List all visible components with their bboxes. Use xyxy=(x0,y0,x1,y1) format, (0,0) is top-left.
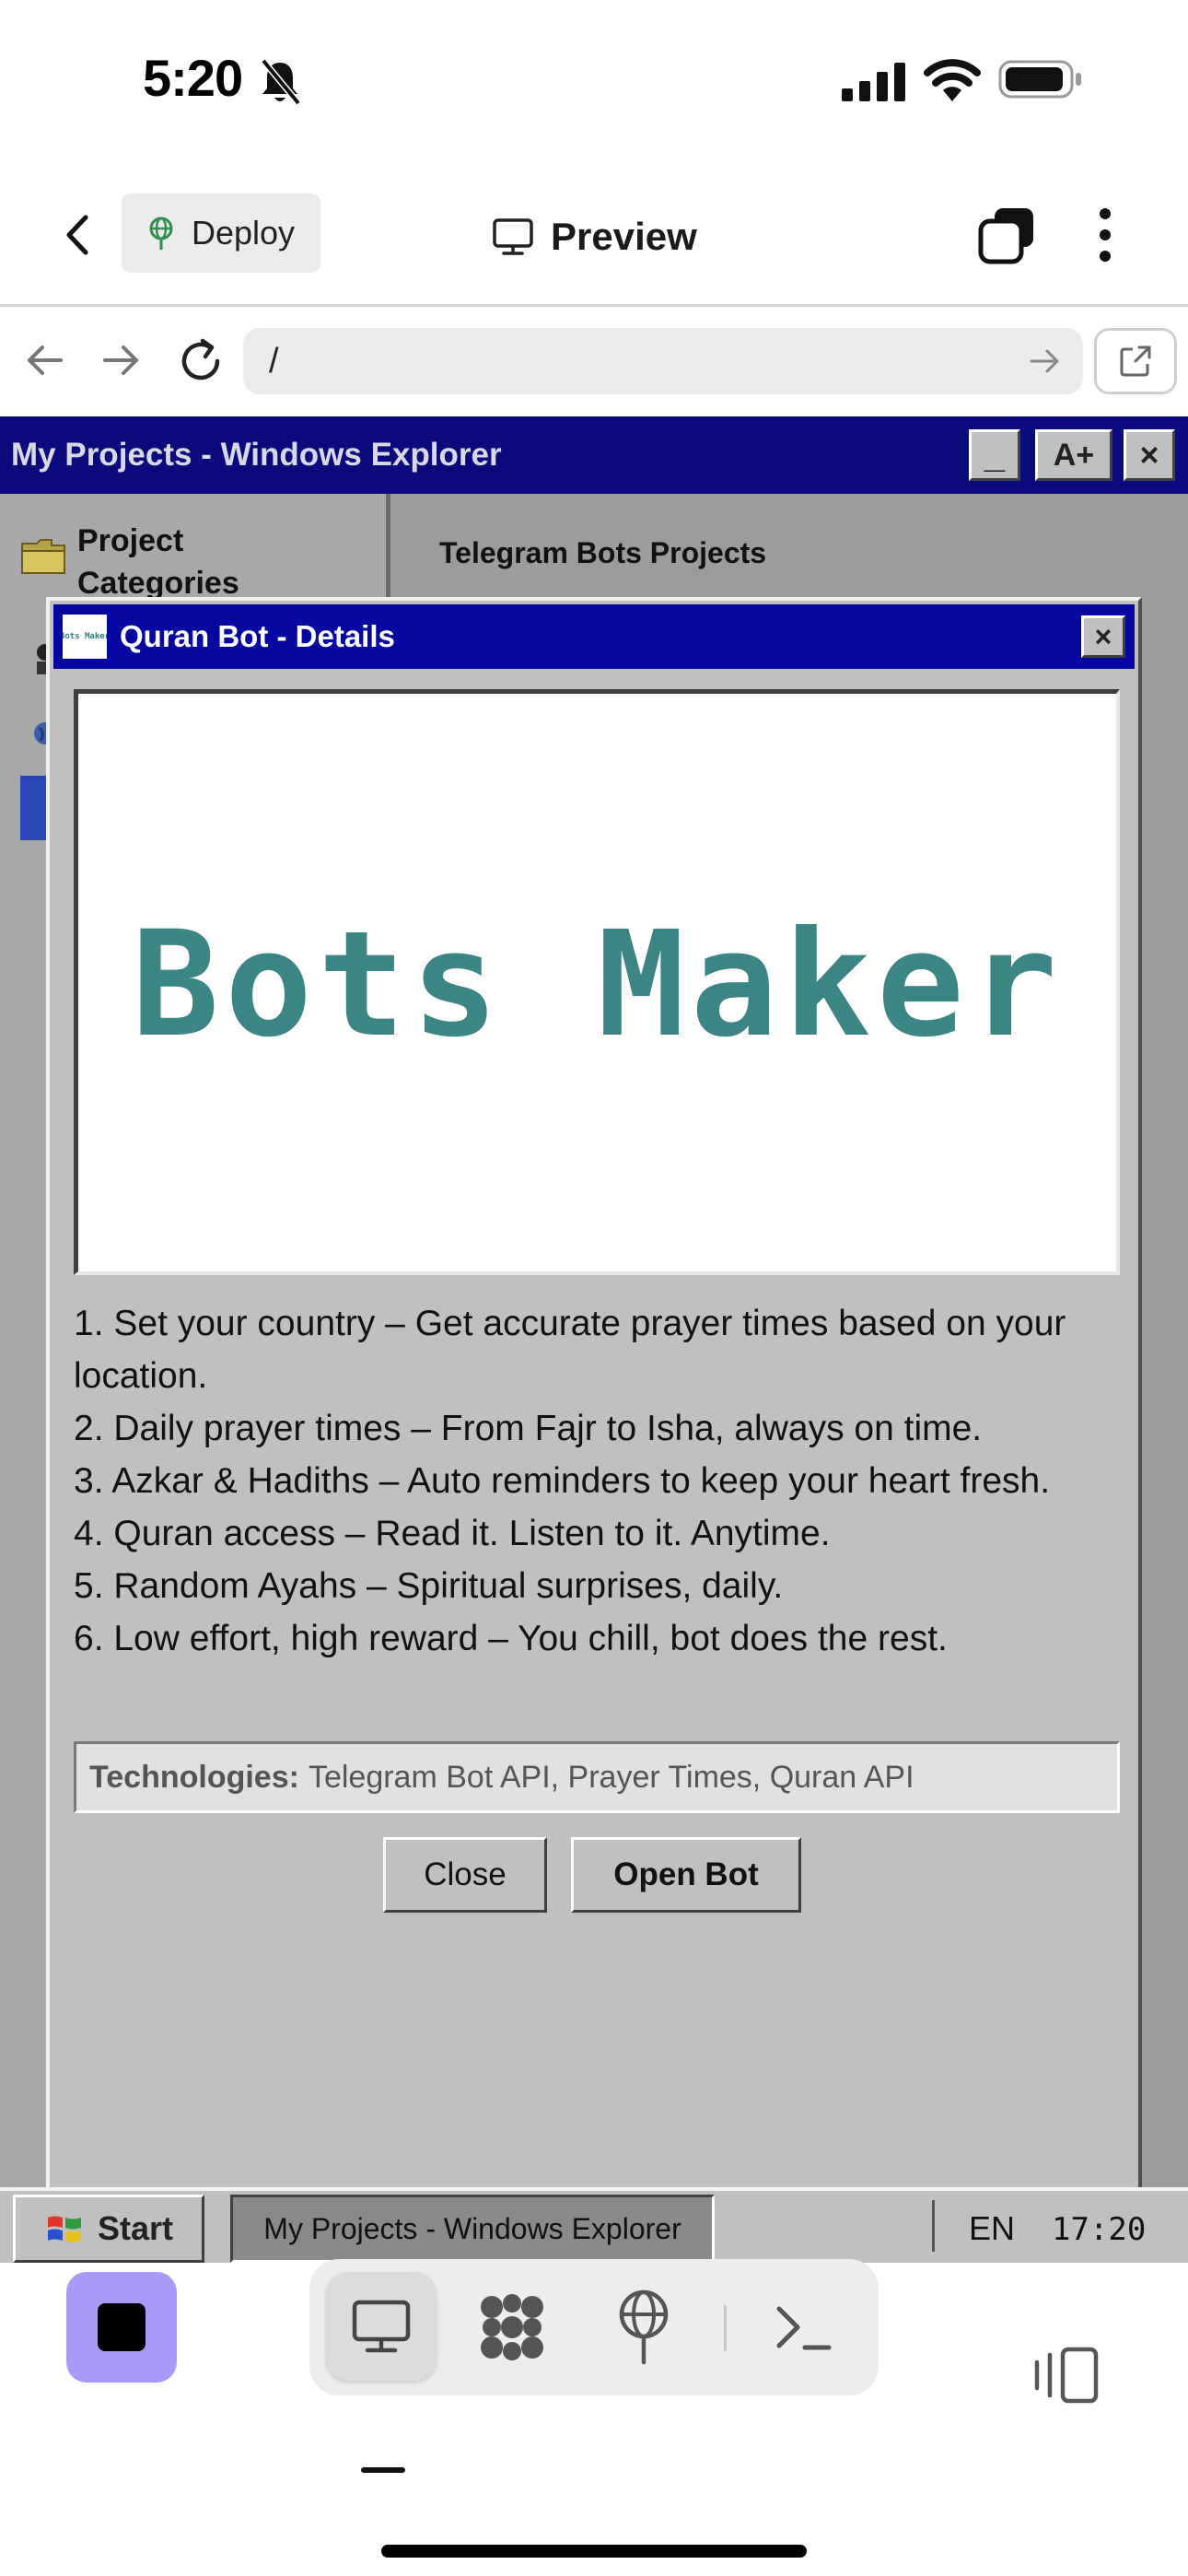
feature-item: 5. Random Ayahs – Spiritual surprises, d… xyxy=(74,1566,784,1606)
toolbar-divider xyxy=(724,2305,727,2351)
arrow-go-icon[interactable] xyxy=(1024,343,1065,380)
taskbar-item-explorer[interactable]: My Projects - Windows Explorer xyxy=(230,2195,715,2263)
split-view-icon[interactable] xyxy=(1031,2346,1101,2405)
taskbar: Start My Projects - Windows Explorer EN … xyxy=(0,2187,1188,2263)
feature-item: 4. Quran access – Read it. Listen to it.… xyxy=(74,1514,831,1553)
url-input[interactable]: / xyxy=(243,328,1083,394)
arrow-left-icon[interactable] xyxy=(22,337,68,383)
minimize-button[interactable]: _ xyxy=(969,429,1020,481)
more-vertical-icon[interactable] xyxy=(1087,203,1124,267)
window-close-button[interactable]: × xyxy=(1124,429,1175,481)
feature-item: 2. Daily prayer times – From Fajr to Ish… xyxy=(74,1409,983,1448)
tray-clock: 17:20 xyxy=(1052,2211,1147,2248)
header-divider xyxy=(0,304,1188,307)
preview-title: Preview xyxy=(492,205,697,269)
feature-list: 1. Set your country – Get accurate praye… xyxy=(74,1297,1124,1665)
open-external-button[interactable] xyxy=(1094,328,1177,394)
details-dialog: Bots Maker Quran Bot - Details × Bots Ma… xyxy=(46,597,1142,2191)
status-time: 5:20 xyxy=(143,49,243,107)
bots-maker-app-icon: Bots Maker xyxy=(63,615,107,659)
language-indicator[interactable]: EN xyxy=(969,2209,1015,2248)
feature-item: 6. Low effort, high reward – You chill, … xyxy=(74,1619,948,1658)
chevron-left-icon xyxy=(66,215,88,255)
open-bot-button[interactable]: Open Bot xyxy=(571,1837,801,1913)
tabs-icon[interactable] xyxy=(974,203,1039,267)
url-text: / xyxy=(269,341,279,381)
arrow-right-icon[interactable] xyxy=(98,337,144,383)
feature-item: 1. Set your country – Get accurate praye… xyxy=(74,1304,1066,1396)
dialog-close-button[interactable]: × xyxy=(1081,615,1125,658)
feature-item: 3. Azkar & Hadiths – Auto reminders to k… xyxy=(74,1461,1051,1501)
monitor-icon xyxy=(352,2300,411,2353)
technologies-value: Telegram Bot API, Prayer Times, Quran AP… xyxy=(308,1759,914,1795)
deploy-label: Deploy xyxy=(192,214,296,252)
deploy-globe-icon[interactable] xyxy=(613,2287,674,2366)
sidebar-item-project-categories[interactable]: Project Categories xyxy=(77,520,354,604)
bot-preview-image: Bots Maker xyxy=(74,689,1120,1275)
signal-icon xyxy=(842,63,905,101)
tab-preview[interactable] xyxy=(326,2272,437,2381)
external-link-icon xyxy=(1120,345,1151,377)
stop-button[interactable] xyxy=(66,2272,177,2383)
explorer-title: My Projects - Windows Explorer xyxy=(11,437,502,473)
monitor-icon xyxy=(493,218,533,255)
technologies-label: Technologies: xyxy=(89,1759,299,1795)
preview-label: Preview xyxy=(551,215,697,258)
battery-icon xyxy=(998,60,1081,99)
reload-icon[interactable] xyxy=(175,335,227,387)
deploy-button[interactable]: Deploy xyxy=(122,193,320,273)
bots-maker-logo: Bots Maker xyxy=(131,899,1064,1070)
wifi-icon xyxy=(924,59,981,101)
start-button[interactable]: Start xyxy=(13,2195,204,2263)
windows-logo-icon xyxy=(47,2216,81,2242)
font-size-button[interactable]: A+ xyxy=(1035,429,1112,481)
active-tab-indicator xyxy=(361,2467,405,2473)
main-heading: Telegram Bots Projects xyxy=(439,536,767,569)
home-indicator xyxy=(381,2545,807,2558)
folder-icon xyxy=(21,539,65,574)
bell-slash-icon xyxy=(261,58,301,106)
sidebar-selected-item[interactable] xyxy=(20,776,48,840)
terminal-icon[interactable] xyxy=(774,2300,833,2355)
start-label: Start xyxy=(97,2209,174,2247)
dialog-title: Quran Bot - Details xyxy=(120,619,395,653)
bottom-tab-group xyxy=(309,2259,879,2395)
tray-divider xyxy=(932,2200,935,2252)
close-button[interactable]: Close xyxy=(383,1837,547,1913)
back-button[interactable] xyxy=(46,203,111,267)
dialog-titlebar: Bots Maker Quran Bot - Details xyxy=(53,604,1135,669)
technologies-box: Technologies: Telegram Bot API, Prayer T… xyxy=(74,1741,1120,1813)
deploy-globe-icon xyxy=(149,217,173,250)
puzzle-icon[interactable] xyxy=(475,2290,549,2364)
stop-icon xyxy=(98,2303,146,2351)
